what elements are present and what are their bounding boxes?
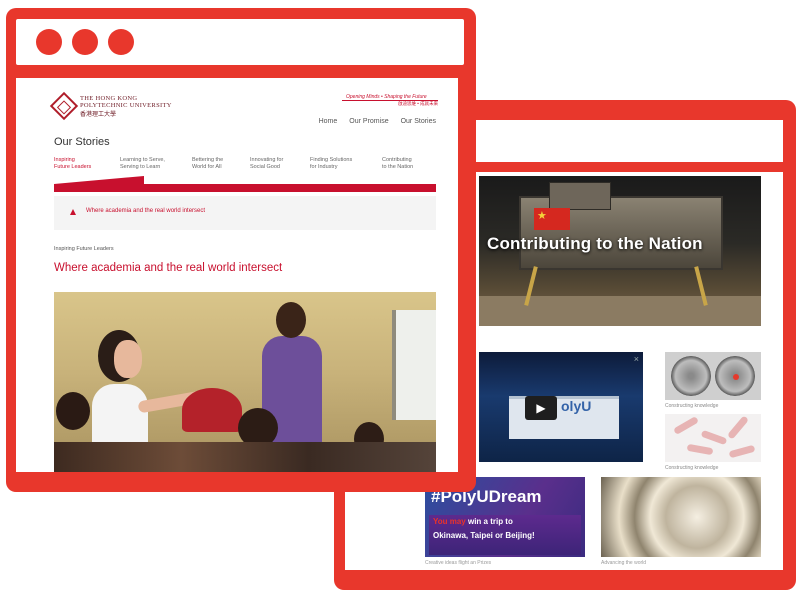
subnav-line: to the Nation bbox=[382, 164, 414, 170]
polyu-logo-icon[interactable] bbox=[49, 91, 79, 121]
dream-highlight: You may bbox=[433, 517, 466, 526]
video-tile[interactable]: ▶ olyU × bbox=[479, 352, 643, 462]
subnav-line: Future Leaders bbox=[54, 164, 92, 170]
subnav-line: Contributing bbox=[382, 157, 412, 163]
dream-line1-rest: win a trip to bbox=[465, 517, 513, 526]
dream-line2: Okinawa, Taipei or Beijing! bbox=[433, 531, 535, 540]
subnav-item-inspiring[interactable]: Inspiring Future Leaders bbox=[54, 157, 110, 171]
subnav-item-solutions[interactable]: Finding Solutions for Industry bbox=[310, 157, 366, 171]
brain-scan-tile[interactable] bbox=[665, 352, 761, 400]
video-logo: olyU bbox=[561, 398, 592, 414]
red-hat bbox=[182, 388, 242, 432]
nav-home[interactable]: Home bbox=[319, 118, 338, 125]
window-dot-icon[interactable] bbox=[108, 29, 134, 55]
subnav-line: for Industry bbox=[310, 164, 338, 170]
subnav-line: Innovating for bbox=[250, 157, 284, 163]
subnav-line: Learning to Serve, bbox=[120, 157, 165, 163]
subnav-accent-bar bbox=[54, 176, 436, 192]
student-face bbox=[114, 340, 142, 378]
classroom-window bbox=[392, 310, 436, 420]
front-window-content: THE HONG KONG POLYTECHNIC UNIVERSITY 香港理… bbox=[16, 78, 458, 472]
subnav-line: Bettering the bbox=[192, 157, 224, 163]
subnav-line: World for All bbox=[192, 164, 222, 170]
logo-text-line2: POLYTECHNIC UNIVERSITY bbox=[80, 102, 172, 109]
nav-our-stories[interactable]: Our Stories bbox=[401, 118, 436, 125]
nav-our-promise[interactable]: Our Promise bbox=[349, 118, 388, 125]
subnav-line: Serving to Learn bbox=[120, 164, 161, 170]
top-navigation: Home Our Promise Our Stories bbox=[319, 118, 436, 125]
tile-caption: Creative ideas flight an Prizes bbox=[425, 560, 492, 566]
subnav-item-serve[interactable]: Learning to Serve, Serving to Learn bbox=[120, 157, 176, 171]
dream-line1: You may win a trip to bbox=[433, 517, 513, 526]
tile-caption: Advancing the world bbox=[601, 560, 647, 566]
article-kicker: Inspiring Future Leaders bbox=[54, 246, 114, 252]
logo-text-line1: THE HONG KONG bbox=[80, 95, 138, 102]
hero-banner[interactable]: Contributing to the Nation bbox=[479, 176, 761, 326]
window-dot-icon[interactable] bbox=[36, 29, 62, 55]
close-icon[interactable]: × bbox=[634, 354, 639, 364]
subnav-item-innovating[interactable]: Innovating for Social Good bbox=[250, 157, 306, 171]
subnav-line: Social Good bbox=[250, 164, 280, 170]
metal-rings-tile[interactable] bbox=[601, 477, 761, 557]
breadcrumb-text[interactable]: Where academia and the real world inters… bbox=[86, 208, 205, 214]
front-window-titlebar bbox=[16, 19, 464, 65]
brain-scan-image bbox=[671, 356, 711, 396]
breadcrumb: Where academia and the real world inters… bbox=[54, 196, 436, 230]
subnav-item-bettering[interactable]: Bettering the World for All bbox=[192, 157, 248, 171]
pills-tile[interactable] bbox=[665, 414, 761, 462]
lunar-ground bbox=[479, 296, 761, 326]
tagline-chinese: 啟迪思維 • 成就未來 bbox=[398, 101, 439, 106]
subnav-line: Finding Solutions bbox=[310, 157, 353, 163]
logo-text-chinese: 香港理工大學 bbox=[80, 112, 117, 118]
tagline: Opening Minds • Shaping the Future bbox=[346, 94, 427, 100]
article-photo bbox=[54, 292, 436, 472]
window-dot-icon[interactable] bbox=[72, 29, 98, 55]
window-controls bbox=[36, 29, 134, 55]
student-head bbox=[56, 392, 90, 430]
lander-module bbox=[549, 182, 611, 210]
subnav-line: Inspiring bbox=[54, 157, 75, 163]
hero-title: Contributing to the Nation bbox=[487, 234, 703, 253]
triangle-icon bbox=[70, 209, 76, 215]
flag-icon bbox=[534, 208, 570, 230]
teacher-head bbox=[276, 302, 306, 338]
section-title: Our Stories bbox=[54, 136, 110, 148]
tile-caption: Constructing knowledge bbox=[665, 465, 719, 471]
article-headline: Where academia and the real world inters… bbox=[54, 262, 283, 274]
scan-marker bbox=[733, 374, 739, 380]
subnav-item-nation[interactable]: Contributing to the Nation bbox=[382, 157, 438, 171]
students-group bbox=[54, 442, 436, 472]
tile-caption: Constructing knowledge bbox=[665, 403, 719, 409]
play-icon[interactable]: ▶ bbox=[525, 396, 557, 420]
